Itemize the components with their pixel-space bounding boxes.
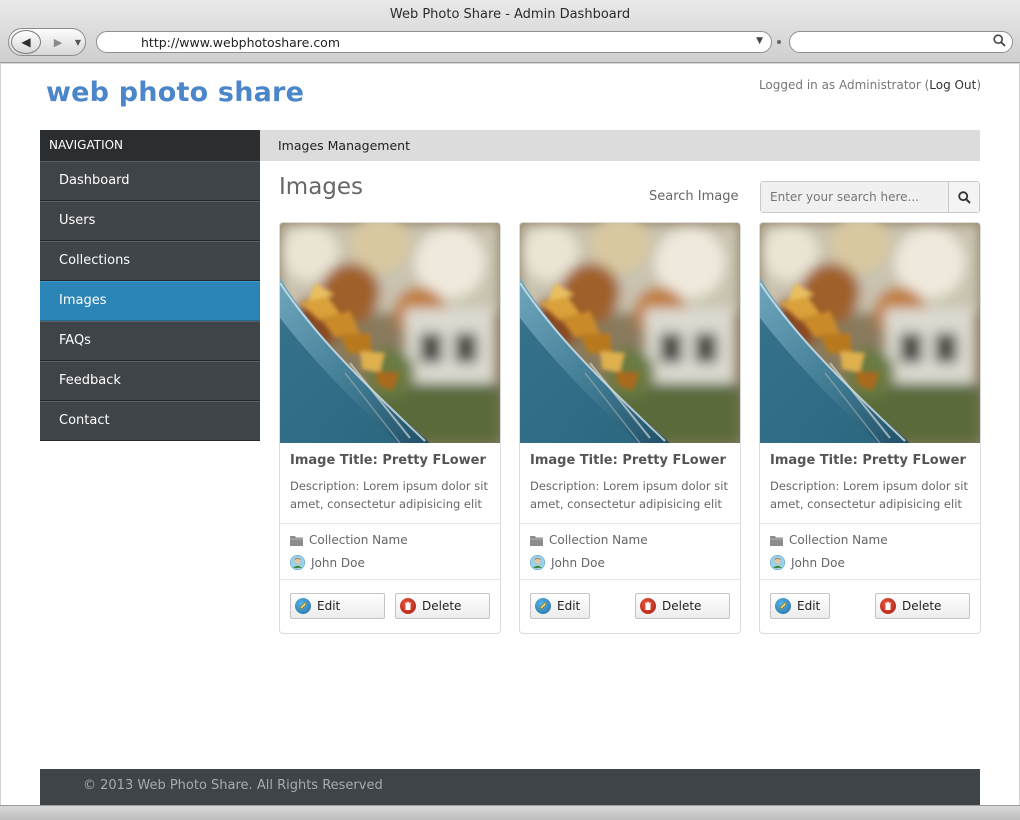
url-text: http://www.webphotoshare.com bbox=[141, 35, 341, 50]
image-thumbnail[interactable] bbox=[760, 223, 980, 443]
sidebar-item-feedback[interactable]: Feedback bbox=[40, 361, 260, 401]
delete-button[interactable]: Delete bbox=[875, 593, 970, 619]
card-title: Image Title: Pretty FLower bbox=[530, 453, 726, 468]
image-thumbnail[interactable] bbox=[520, 223, 740, 443]
browser-search-field[interactable] bbox=[789, 31, 1013, 53]
trash-icon bbox=[640, 598, 656, 614]
sidebar-item-users[interactable]: Users bbox=[40, 201, 260, 241]
sidebar-item-images[interactable]: Images bbox=[40, 281, 260, 321]
window-title: Web Photo Share - Admin Dashboard bbox=[389, 7, 631, 22]
forward-arrow-icon: ▶ bbox=[53, 35, 63, 49]
card-description: Description: Lorem ipsum dolor sit amet,… bbox=[530, 479, 728, 511]
user-avatar-icon bbox=[530, 555, 545, 570]
edit-button[interactable]: Edit bbox=[530, 593, 590, 619]
image-card: Image Title: Pretty FLower Description: … bbox=[759, 222, 981, 634]
section-header: Images Management bbox=[260, 130, 980, 161]
edit-button[interactable]: Edit bbox=[290, 593, 385, 619]
pencil-icon bbox=[535, 598, 551, 614]
search-button[interactable] bbox=[948, 182, 979, 212]
pencil-icon bbox=[775, 598, 791, 614]
card-title: Image Title: Pretty FLower bbox=[770, 453, 966, 468]
edit-button[interactable]: Edit bbox=[770, 593, 830, 619]
sidebar-item-faqs[interactable]: FAQs bbox=[40, 321, 260, 361]
browser-nav-buttons: ◀ ▶ ▼ bbox=[8, 28, 86, 56]
card-divider bbox=[760, 579, 980, 580]
url-dropdown-icon[interactable]: ▼ bbox=[756, 36, 763, 46]
user-avatar-icon bbox=[770, 555, 785, 570]
login-suffix-text: ) bbox=[976, 78, 981, 92]
footer: © 2013 Web Photo Share. All Rights Reser… bbox=[40, 769, 980, 805]
collection-name[interactable]: Collection Name bbox=[789, 533, 888, 547]
delete-button-label: Delete bbox=[902, 599, 942, 613]
sidebar-item-collections[interactable]: Collections bbox=[40, 241, 260, 281]
card-description: Description: Lorem ipsum dolor sit amet,… bbox=[770, 479, 968, 511]
user-name[interactable]: John Doe bbox=[551, 556, 605, 570]
image-search-box bbox=[760, 181, 980, 213]
edit-button-label: Edit bbox=[557, 599, 581, 613]
delete-button-label: Delete bbox=[662, 599, 702, 613]
sidebar-item-dashboard[interactable]: Dashboard bbox=[40, 161, 260, 201]
page-content: web photo share Logged in as Administrat… bbox=[1, 64, 1019, 805]
card-divider bbox=[760, 523, 980, 524]
image-card: Image Title: Pretty FLower Description: … bbox=[519, 222, 741, 634]
folder-icon bbox=[770, 535, 783, 546]
card-user: John Doe bbox=[530, 555, 605, 570]
user-name[interactable]: John Doe bbox=[791, 556, 845, 570]
edit-button-label: Edit bbox=[797, 599, 821, 613]
pencil-icon bbox=[295, 598, 311, 614]
search-icon bbox=[957, 190, 971, 204]
card-divider bbox=[280, 579, 500, 580]
card-divider bbox=[280, 523, 500, 524]
address-bar[interactable]: http://www.webphotoshare.com ▼ bbox=[96, 31, 772, 53]
card-divider bbox=[520, 579, 740, 580]
back-button[interactable]: ◀ bbox=[11, 30, 41, 54]
card-user: John Doe bbox=[290, 555, 365, 570]
folder-icon bbox=[530, 535, 543, 546]
card-collection: Collection Name bbox=[770, 533, 888, 547]
delete-button-label: Delete bbox=[422, 599, 462, 613]
search-icon[interactable] bbox=[993, 34, 1006, 50]
search-label: Search Image bbox=[649, 189, 739, 204]
browser-status-bar bbox=[0, 805, 1020, 820]
back-arrow-icon: ◀ bbox=[21, 35, 31, 49]
forward-button[interactable]: ▶ bbox=[47, 31, 69, 53]
history-dropdown-button[interactable]: ▼ bbox=[71, 32, 85, 52]
login-status-text: Logged in as Administrator ( bbox=[758, 78, 930, 92]
delete-button[interactable]: Delete bbox=[635, 593, 730, 619]
folder-icon bbox=[290, 535, 303, 546]
collection-name[interactable]: Collection Name bbox=[309, 533, 408, 547]
card-collection: Collection Name bbox=[530, 533, 648, 547]
chevron-down-icon: ▼ bbox=[74, 37, 82, 47]
sidebar-navigation: NAVIGATION Dashboard Users Collections I… bbox=[40, 130, 260, 441]
photo-image bbox=[280, 223, 500, 443]
trash-icon bbox=[400, 598, 416, 614]
page-title: Images bbox=[279, 174, 364, 200]
trash-icon bbox=[880, 598, 896, 614]
delete-button[interactable]: Delete bbox=[395, 593, 490, 619]
photo-image bbox=[760, 223, 980, 443]
image-card: Image Title: Pretty FLower Description: … bbox=[279, 222, 501, 634]
card-description: Description: Lorem ipsum dolor sit amet,… bbox=[290, 479, 488, 511]
image-thumbnail[interactable] bbox=[280, 223, 500, 443]
logout-link[interactable]: Log Out bbox=[929, 78, 976, 92]
card-title: Image Title: Pretty FLower bbox=[290, 453, 486, 468]
card-collection: Collection Name bbox=[290, 533, 408, 547]
collection-name[interactable]: Collection Name bbox=[549, 533, 648, 547]
browser-chrome: Web Photo Share - Admin Dashboard ◀ ▶ ▼ … bbox=[0, 0, 1020, 63]
sidebar-item-contact[interactable]: Contact bbox=[40, 401, 260, 441]
user-avatar-icon bbox=[290, 555, 305, 570]
edit-button-label: Edit bbox=[317, 599, 341, 613]
photo-image bbox=[520, 223, 740, 443]
site-logo[interactable]: web photo share bbox=[46, 77, 304, 108]
separator-dot bbox=[777, 40, 781, 44]
card-user: John Doe bbox=[770, 555, 845, 570]
search-input[interactable] bbox=[761, 182, 948, 212]
card-divider bbox=[520, 523, 740, 524]
sidebar-title: NAVIGATION bbox=[40, 130, 260, 161]
login-info: Logged in as Administrator (Log Out) bbox=[759, 78, 981, 92]
user-name[interactable]: John Doe bbox=[311, 556, 365, 570]
